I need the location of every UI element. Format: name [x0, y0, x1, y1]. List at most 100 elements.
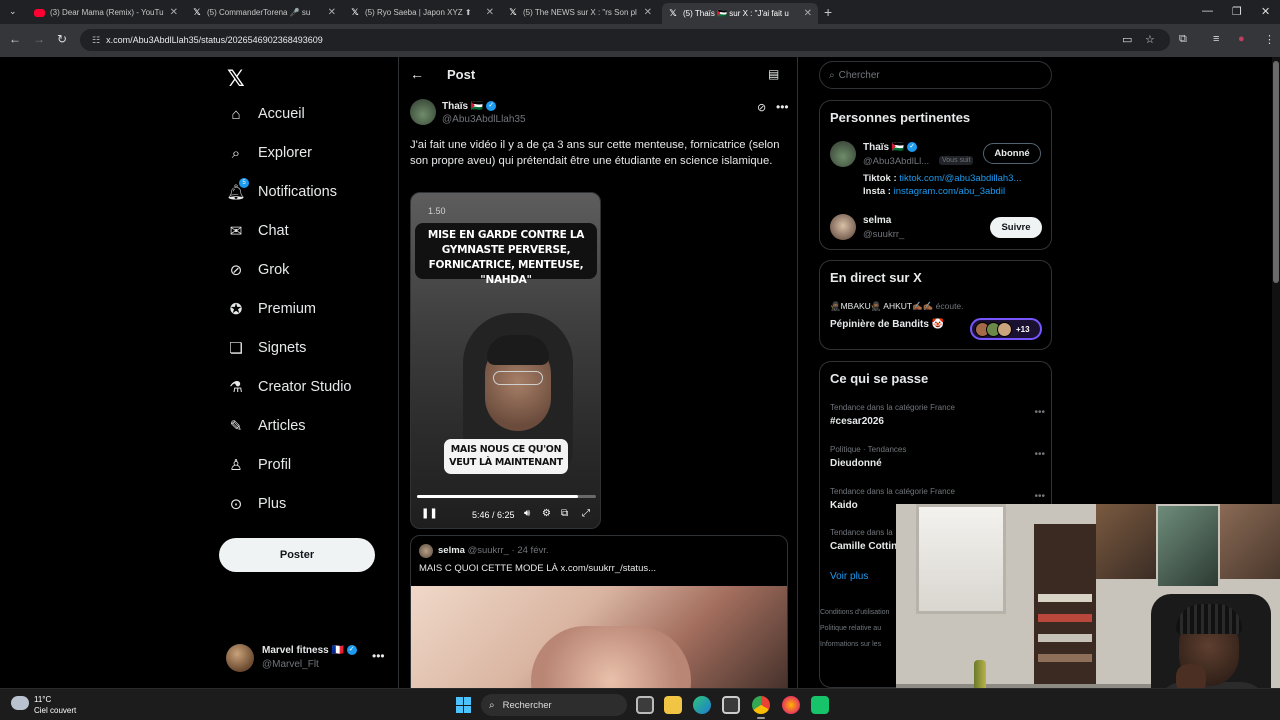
tab-search-icon[interactable]: ⌄ — [9, 6, 17, 17]
scroll-thumb[interactable] — [1273, 61, 1279, 283]
settings-icon[interactable]: ⚙ — [542, 508, 551, 519]
trend-item[interactable]: Politique · Tendances Dieudonné ••• — [830, 445, 1045, 469]
grok-icon[interactable]: ⊘ — [757, 101, 766, 114]
reader-mode-icon[interactable]: ▤ — [768, 67, 779, 81]
nav-item-notifications[interactable]: 🔔︎ 5 Notifications — [226, 178, 337, 205]
fullscreen-icon[interactable]: ⤢ — [582, 508, 590, 519]
bio-link[interactable]: tiktok.com/@abu3abdillah3... — [899, 173, 1021, 184]
webcam-window — [916, 504, 1006, 614]
minimize-icon[interactable]: — — [1202, 5, 1213, 17]
avatar — [419, 544, 433, 558]
bio-link[interactable]: instagram.com/abu_3abdil — [894, 186, 1005, 197]
quoted-post-image[interactable] — [411, 586, 787, 688]
browser-tab[interactable]: 𝕏 (5) CommanderTorena 🎤 su ✕ — [186, 3, 342, 22]
streaming-app-icon[interactable] — [811, 696, 829, 714]
quoted-post[interactable]: selma @suukrr_ · 24 févr. MAIS C QUOI CE… — [410, 535, 788, 688]
nav-item-articles[interactable]: ✎ Articles — [226, 413, 306, 439]
new-tab-button[interactable]: + — [824, 4, 832, 20]
author-handle[interactable]: @Abu3AbdlLlah35 — [442, 114, 526, 125]
video-controls: ❚❚ 5:46 / 6:25 🔊︎ ⚙ ⧉ ⤢ — [411, 506, 600, 526]
more-icon[interactable]: ••• — [1034, 449, 1045, 460]
close-tab-icon[interactable]: ✕ — [644, 7, 652, 18]
avatar[interactable] — [830, 214, 856, 240]
close-window-icon[interactable]: ✕ — [1261, 5, 1270, 18]
person-name[interactable]: selma — [863, 215, 891, 226]
live-on-x-card[interactable]: En direct sur X 🥷🏾MBAKU🥷🏾 AHKUT✍🏾✍🏾 écou… — [819, 260, 1052, 350]
cast-icon[interactable]: ▭ — [1122, 33, 1132, 46]
volume-icon[interactable]: 🔊︎ — [524, 508, 530, 519]
avatar[interactable] — [830, 141, 856, 167]
close-tab-icon[interactable]: ✕ — [486, 7, 494, 18]
person-name[interactable]: Thaïs 🇵🇸 ✓ — [863, 142, 918, 153]
browser-tab[interactable]: 𝕏 (5) Ryo Saeba | Japon XYZ ⬆ ✕ — [344, 3, 500, 22]
footer-link[interactable]: Politique relative au — [820, 625, 881, 632]
trend-item[interactable]: Tendance dans la catégorie France #cesar… — [830, 403, 1045, 427]
nav-label: Signets — [258, 340, 307, 356]
avatar[interactable] — [410, 99, 436, 125]
browser-tab-active[interactable]: 𝕏 (5) Thaïs 🇵🇸 sur X : "J'ai fait u ✕ — [662, 3, 818, 24]
taskbar-search[interactable]: ⌕ Rechercher — [481, 694, 627, 716]
back-icon[interactable]: ← — [9, 32, 21, 46]
more-icon[interactable]: ••• — [372, 649, 385, 663]
tab-title: (5) CommanderTorena 🎤 su — [207, 8, 311, 17]
x-logo-icon[interactable]: 𝕏 — [227, 66, 245, 92]
video-player[interactable]: 1.50 MISE EN GARDE CONTRE LA GYMNASTE PE… — [410, 192, 601, 529]
more-icon[interactable]: ••• — [1034, 491, 1045, 502]
address-bar[interactable]: ☷ x.com/Abu3AbdlLlah35/status/2026546902… — [80, 29, 1170, 51]
nav-item-more[interactable]: ⊙ Plus — [226, 491, 287, 517]
profile-icon[interactable]: ● — [1238, 33, 1245, 45]
tab-title: (5) Thaïs 🇵🇸 sur X : "J'ai fait u — [683, 9, 789, 18]
author-name[interactable]: Thaïs 🇵🇸 ✓ — [442, 101, 497, 112]
star-icon[interactable]: ☆ — [1145, 33, 1155, 46]
account-switcher[interactable]: Marvel fitness 🇫🇷 ✓ @Marvel_Flt ••• — [226, 643, 386, 675]
maximize-icon[interactable]: ❐ — [1232, 5, 1242, 18]
close-tab-icon[interactable]: ✕ — [170, 7, 178, 18]
captions-icon[interactable]: ⧉ — [561, 508, 568, 519]
more-icon[interactable]: ••• — [1034, 407, 1045, 418]
weather-temperature[interactable]: 11°C — [34, 695, 51, 704]
nav-item-grok[interactable]: ⊘ Grok — [226, 257, 290, 283]
post-button[interactable]: Poster — [219, 538, 375, 572]
close-tab-icon[interactable]: ✕ — [804, 8, 812, 19]
live-listeners[interactable]: +13 — [970, 318, 1042, 340]
search-input[interactable]: ⌕ Chercher — [819, 61, 1052, 89]
chrome-icon[interactable] — [752, 696, 770, 714]
edge-icon[interactable] — [693, 696, 711, 714]
see-more-link[interactable]: Voir plus — [830, 571, 868, 582]
more-icon[interactable]: ••• — [776, 100, 789, 114]
media-icon[interactable]: ≡ — [1213, 33, 1219, 45]
follow-button[interactable]: Suivre — [990, 217, 1042, 238]
firefox-icon[interactable] — [782, 696, 800, 714]
store-icon[interactable] — [722, 696, 740, 714]
back-arrow-icon[interactable]: ← — [410, 66, 424, 82]
windows-start-icon[interactable] — [456, 697, 472, 713]
nav-item-home[interactable]: ⌂ Accueil — [226, 101, 304, 127]
extensions-icon[interactable]: ⧉ — [1179, 33, 1187, 46]
forward-icon[interactable]: → — [33, 32, 45, 46]
file-explorer-icon[interactable] — [664, 696, 682, 714]
nav-item-creator-studio[interactable]: ⚗ Creator Studio — [226, 374, 352, 400]
close-tab-icon[interactable]: ✕ — [328, 7, 336, 18]
nav-item-profile[interactable]: ♙ Profil — [226, 452, 291, 478]
browser-tab[interactable]: (3) Dear Mama (Remix) - YouTu ✕ — [28, 3, 184, 22]
task-view-icon[interactable] — [636, 696, 654, 714]
person-icon: ♙ — [229, 457, 243, 474]
weather-description[interactable]: Ciel couvert — [34, 706, 76, 715]
nav-item-premium[interactable]: ✪ Premium — [226, 296, 316, 322]
bio-label: Insta : — [863, 186, 894, 197]
cloud-icon[interactable] — [11, 696, 29, 710]
quoted-author: selma @suukrr_ · 24 févr. — [438, 545, 549, 556]
reload-icon[interactable]: ↻ — [57, 32, 67, 46]
browser-menu-icon[interactable]: ⋮ — [1264, 33, 1275, 46]
nav-label: Creator Studio — [258, 379, 352, 395]
following-button[interactable]: Abonné — [983, 143, 1041, 164]
nav-item-chat[interactable]: ✉ Chat — [226, 218, 289, 244]
nav-item-explore[interactable]: ⌕ Explorer — [226, 140, 312, 166]
footer-link[interactable]: Conditions d'utilisation — [820, 609, 889, 616]
video-progress-bar[interactable] — [417, 495, 596, 498]
browser-tab[interactable]: 𝕏 (5) The NEWS sur X : "rs Son pl ✕ — [502, 3, 658, 22]
footer-link[interactable]: Informations sur les — [820, 641, 881, 648]
nav-item-bookmarks[interactable]: ❏ Signets — [226, 335, 306, 361]
pause-icon[interactable]: ❚❚ — [421, 508, 438, 519]
site-info-icon[interactable]: ☷ — [92, 35, 100, 46]
